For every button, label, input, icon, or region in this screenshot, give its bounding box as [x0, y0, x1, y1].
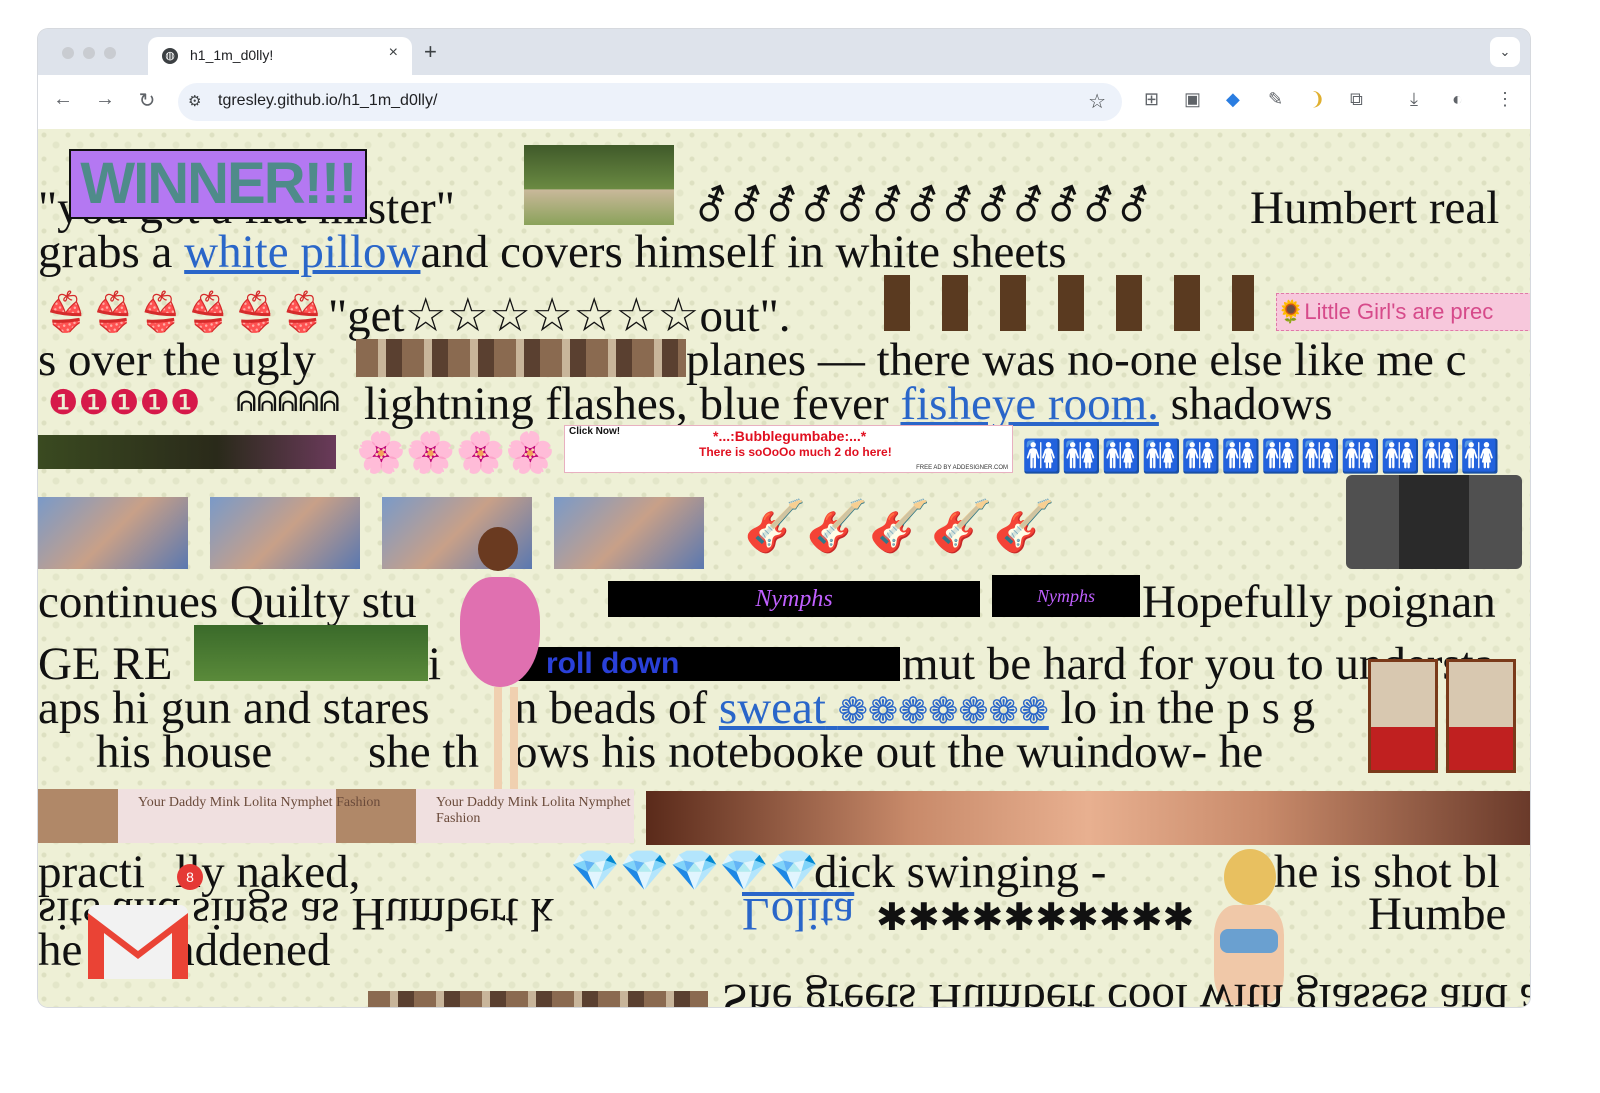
- globe-icon: ◍: [162, 48, 178, 64]
- puzzle-extensions-icon[interactable]: ⧉: [1350, 89, 1363, 110]
- pillow-line-post: and covers himself in white sheets: [420, 226, 1067, 278]
- notebooke-text: ows his notebooke out the wuindow- he: [514, 726, 1264, 778]
- daddy-mink-text-2: Your Daddy Mink Lolita Nymphet Fashion: [436, 795, 631, 826]
- daisies-image: [194, 625, 428, 681]
- eyes-banner: [646, 791, 1530, 845]
- lotus-banner: [38, 435, 336, 469]
- daddys-girl-strip: [356, 339, 686, 377]
- banana-extension-icon[interactable]: ❩: [1310, 89, 1325, 110]
- pen-extension-icon[interactable]: ✎: [1268, 89, 1283, 110]
- poignant-text: Hopefully poignan: [1142, 576, 1496, 628]
- humbe-text: Humbe: [1368, 888, 1507, 940]
- bubblegumbabe-subtitle[interactable]: There is soOoOo much 2 do here!: [699, 445, 892, 459]
- blue-flower-icons[interactable]: ❁❁❁❁❁❁❁: [838, 691, 1049, 731]
- asterisk-icons: ✱✱✱✱✱✱✱✱✱✱: [876, 897, 1195, 939]
- gothic-lolita-image-4: [554, 497, 704, 569]
- girl-lawn-photo: [524, 145, 674, 225]
- gothic-lolita-image-2: [210, 497, 360, 569]
- i-text: i: [428, 638, 442, 690]
- pillow-line-pre: grabs a: [38, 226, 185, 278]
- gmail-badge: 8: [177, 864, 203, 890]
- daddy-mink-banner: Your Daddy Mink Lolita Nymphet Fashion Y…: [38, 789, 634, 843]
- browser-window: ◍ h1_1m_d0lly! × + ⌄ ← → ↻ ⚙ tgresley.gi…: [38, 29, 1530, 1007]
- window-controls: [62, 46, 125, 64]
- pillow-line: grabs a white pillowand covers himself i…: [38, 227, 1067, 277]
- bikini-icons: 👙👙👙👙👙👙: [42, 292, 326, 334]
- dick-swinging-text: dick swinging -: [814, 846, 1107, 898]
- diamond-extension-icon[interactable]: ◆: [1226, 89, 1240, 110]
- little-girls-banner: 🌻Little Girl's are prec: [1276, 293, 1530, 331]
- framed-photo-2: [1446, 659, 1516, 773]
- arch-marks: ᕱᕱᕱᕱᕱ: [236, 387, 340, 418]
- toolbar: ← → ↻ ⚙ tgresley.github.io/h1_1m_d0lly/ …: [38, 75, 1530, 129]
- winner-banner: WINNER!!!: [69, 149, 367, 219]
- reload-button[interactable]: ↻: [134, 88, 160, 113]
- forward-button[interactable]: →: [92, 88, 118, 111]
- kebab-menu-icon[interactable]: ⋮: [1496, 89, 1514, 110]
- url-text[interactable]: tgresley.github.io/h1_1m_d0lly/: [218, 92, 437, 110]
- close-window-button[interactable]: [62, 47, 74, 59]
- ugly-text: s over the ugly: [38, 334, 317, 386]
- tab-close-button[interactable]: ×: [389, 44, 398, 62]
- site-info-icon[interactable]: ⚙: [188, 92, 201, 110]
- gmail-icon[interactable]: [84, 897, 192, 983]
- restroom-icons: 🚻🚻🚻🚻🚻🚻🚻🚻🚻🚻🚻🚻: [1022, 438, 1501, 474]
- profile-icon[interactable]: ◐: [1452, 89, 1463, 110]
- scroll-down-banner: roll down: [506, 647, 900, 681]
- bubblegumbabe-title[interactable]: *...:Bubblegumbabe:...*: [713, 428, 866, 444]
- bookmark-star-icon[interactable]: ☆: [1088, 89, 1106, 114]
- tab-active[interactable]: ◍ h1_1m_d0lly! ×: [148, 37, 412, 75]
- pink-flowers: 🌸🌸🌸🌸: [356, 430, 556, 475]
- download-icon[interactable]: ⤓: [1410, 89, 1418, 110]
- guitar-icons: 🎸🎸🎸🎸🎸: [744, 498, 1056, 554]
- diamond-icons: 💎💎💎💎💎: [570, 848, 820, 893]
- white-pillow-link[interactable]: white pillow: [184, 226, 420, 278]
- framed-photo-1: [1368, 659, 1438, 773]
- translate-icon[interactable]: ⊞: [1144, 89, 1159, 110]
- maximize-window-button[interactable]: [104, 47, 116, 59]
- his-house-text: his house: [96, 726, 273, 778]
- quilty-text-pre: continues Quilty stu: [38, 576, 417, 628]
- dots-extension-icon[interactable]: ▣: [1184, 89, 1201, 110]
- betty-boop-gifs: [874, 275, 1254, 331]
- free-ad-text: FREE AD BY ADDESIGNER.COM: [916, 465, 1008, 471]
- tab-bar: ◍ h1_1m_d0lly! × + ⌄: [38, 29, 1530, 75]
- lightning-text: lightning flashes, blue fever: [364, 378, 901, 430]
- gothic-lolita-image-1: [38, 497, 188, 569]
- humbert-text: Humbert real: [1250, 182, 1500, 234]
- tab-title: h1_1m_d0lly!: [190, 47, 274, 63]
- bubblegumbabe-ad[interactable]: Click Now! *...:Bubblegumbabe:...* There…: [564, 425, 1013, 473]
- shadows-text: shadows: [1158, 378, 1333, 430]
- new-tab-button[interactable]: +: [424, 39, 437, 65]
- click-now-text[interactable]: Click Now!: [569, 426, 620, 437]
- address-bar[interactable]: ⚙ tgresley.github.io/h1_1m_d0lly/ ☆: [178, 83, 1122, 121]
- lolita-link[interactable]: Lolita: [742, 888, 854, 940]
- lolita-link-text[interactable]: Lolita: [742, 888, 854, 940]
- nymphs-banner-2: Nymphs: [992, 575, 1140, 617]
- lightning-line: lightning flashes, blue fever fisheye ro…: [364, 379, 1333, 429]
- boombox-image: [1346, 475, 1522, 569]
- tab-search-button[interactable]: ⌄: [1490, 37, 1520, 67]
- fisheye-room-link[interactable]: fisheye room.: [900, 378, 1158, 430]
- one-dollar-badges: ❶❶❶❶❶: [48, 385, 201, 422]
- back-button[interactable]: ←: [50, 88, 76, 111]
- minimize-window-button[interactable]: [83, 47, 95, 59]
- bottom-strip: [368, 991, 708, 1007]
- daddy-mink-text-1: Your Daddy Mink Lolita Nymphet Fashion: [138, 795, 381, 810]
- quilty-text: continues Quilty stule: [38, 577, 511, 627]
- greets-text: She greets Humbert cool with glasses and…: [722, 974, 1530, 1007]
- page-content: "you got a flat mister" WINNER!!! ⚦⚦⚦⚦⚦⚦…: [38, 129, 1530, 1007]
- nymphs-banner-1: Nymphs: [608, 581, 980, 617]
